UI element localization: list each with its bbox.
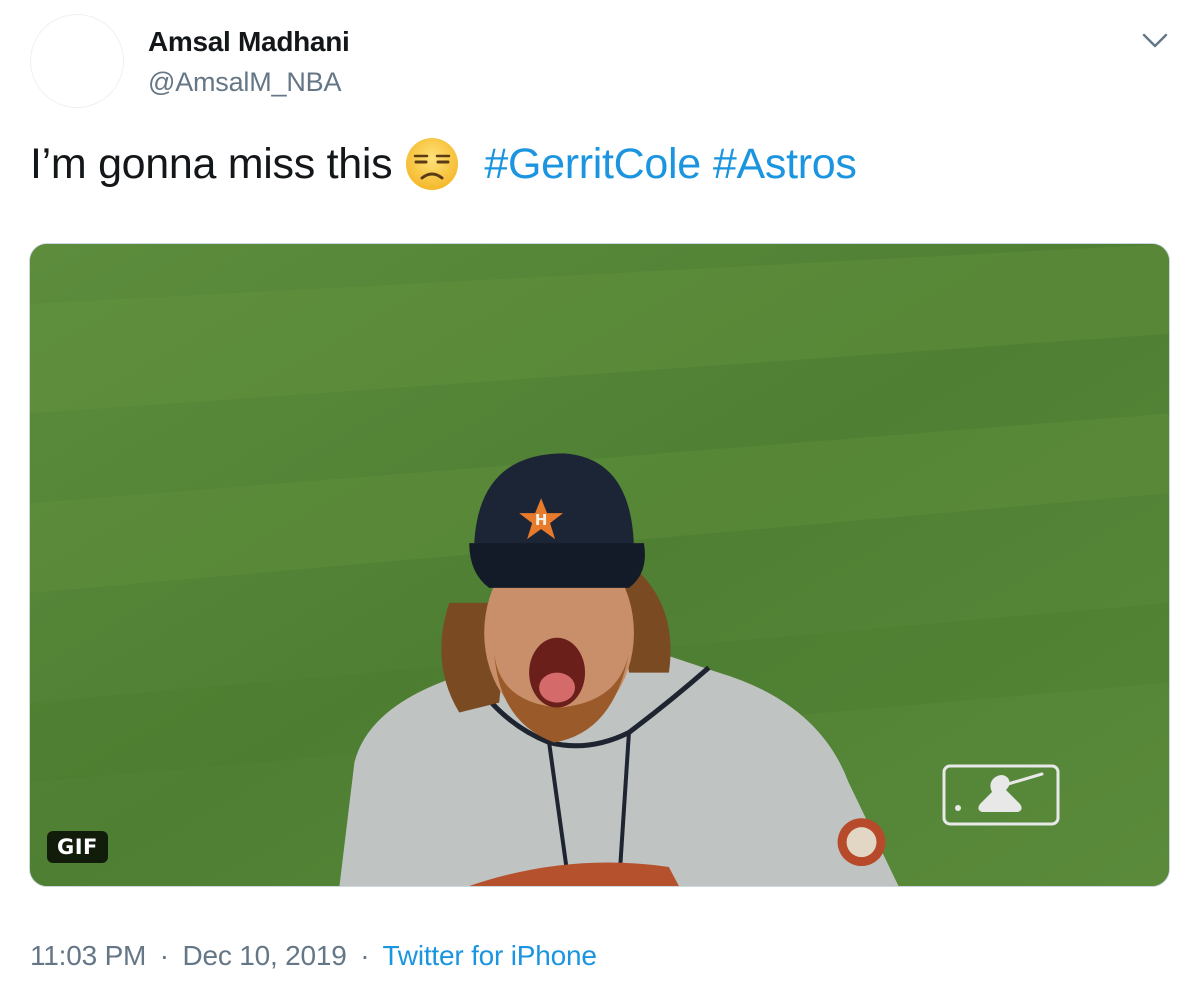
tweet-meta: 11:03 PM · Dec 10, 2019 · Twitter for iP…	[30, 940, 597, 972]
avatar[interactable]	[30, 14, 124, 108]
gif-badge: GIF	[47, 831, 108, 863]
author-name[interactable]: Amsal Madhani	[148, 26, 350, 58]
hashtag-link[interactable]: #GerritCole	[484, 140, 701, 189]
chevron-down-icon[interactable]	[1138, 26, 1172, 54]
tweet-body-text: I’m gonna miss this	[30, 139, 393, 188]
svg-text:H: H	[535, 511, 548, 529]
mlb-logo	[942, 764, 1060, 826]
separator-dot: ·	[159, 940, 169, 971]
tweet-card: Amsal Madhani @AmsalM_NBA I’m gonna miss…	[0, 0, 1200, 997]
separator-dot: ·	[360, 940, 370, 971]
tweet-text: I’m gonna miss this #GerritCole #Astros	[30, 136, 857, 192]
tweet-media-gif[interactable]: H GIF	[29, 243, 1170, 887]
unamused-face-emoji	[406, 138, 459, 190]
tweet-source-link[interactable]: Twitter for iPhone	[382, 940, 596, 971]
hashtag-link[interactable]: #Astros	[713, 140, 857, 189]
tweet-date[interactable]: Dec 10, 2019	[182, 940, 346, 971]
tweet-time[interactable]: 11:03 PM	[30, 940, 146, 971]
author-handle[interactable]: @AmsalM_NBA	[148, 67, 341, 98]
